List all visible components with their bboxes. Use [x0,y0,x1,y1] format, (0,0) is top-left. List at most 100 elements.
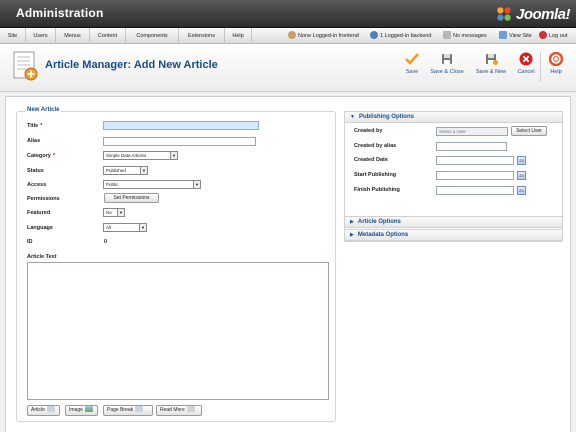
status-frontend-label: None Logged-in frontend [298,33,359,39]
save-new-button[interactable]: Save & New [472,52,510,75]
save-close-button[interactable]: Save & Close [427,52,467,75]
chevron-down-icon: ▼ [140,167,147,174]
menu-components[interactable]: Components [126,28,179,44]
status-select[interactable]: Published ▼ [103,166,148,175]
featured-select[interactable]: No ▼ [103,208,125,217]
menu-content[interactable]: Content [90,28,126,44]
metadata-options-header[interactable]: ▶ Metadata Options [344,229,563,241]
featured-label: Featured [27,210,51,216]
finish-publishing-input[interactable] [436,186,514,195]
publishing-options-header[interactable]: ▼ Publishing Options [344,111,563,123]
chevron-down-icon: ▼ [193,181,200,188]
save-icon [405,53,419,65]
article-text-editor[interactable] [27,262,329,400]
save-label: Save [405,69,419,75]
status-frontend[interactable]: None Logged-in frontend [288,28,359,44]
calendar-icon[interactable]: 23 [517,156,526,165]
logout-link[interactable]: Log out [539,28,567,44]
finish-publishing-label: Finish Publishing [354,187,400,193]
menu-help[interactable]: Help [225,28,252,44]
title-input[interactable] [103,121,259,130]
save-close-icon [442,54,452,64]
required-marker: * [52,153,55,159]
select-user-button[interactable]: Select User [511,126,547,136]
article-options-title: Article Options [357,219,401,225]
cancel-button[interactable]: Cancel [514,52,538,75]
insert-image-button[interactable]: Image [65,405,98,416]
page-break-button[interactable]: Page Break [103,405,153,416]
article-icon [46,406,55,412]
help-icon [549,52,563,66]
main-menu: Site Users Menus Content Components Exte… [0,28,576,44]
help-label: Help [550,69,562,75]
status-messages-label: No messages [453,33,487,39]
chevron-down-icon: ▼ [117,209,124,216]
joomla-logo-icon [497,7,511,21]
chevron-down-icon: ▼ [350,114,355,120]
calendar-icon[interactable]: 23 [517,186,526,195]
menu-menus[interactable]: Menus [56,28,90,44]
read-more-button[interactable]: Read More [156,405,202,416]
logout-label: Log out [549,33,568,39]
view-site-label: View Site [509,33,532,39]
set-permissions-button[interactable]: Set Permissions [104,193,159,203]
status-value: Published [106,168,126,173]
chevron-down-icon: ▼ [170,152,177,159]
brand-logo[interactable]: Joomla! [495,4,571,24]
monitor-icon [499,31,507,39]
access-select[interactable]: Public ▼ [103,180,201,189]
article-options-header[interactable]: ▶ Article Options [344,216,563,228]
status-backend[interactable]: 1 Logged-in backend [370,28,431,44]
page-break-icon [135,406,144,412]
fieldset-legend: New Article [25,107,62,113]
cancel-icon [519,52,533,66]
view-site-link[interactable]: View Site [499,28,532,44]
category-value: Simple Data Articles [106,153,147,158]
page-title: Article Manager: Add New Article [45,59,218,71]
alias-label: Alias [27,138,41,144]
help-button[interactable]: Help [546,52,566,75]
title-label: Title * [27,123,42,129]
save-button[interactable]: Save [401,52,423,75]
status-backend-label: 1 Logged-in backend [380,33,432,39]
save-new-label: Save & New [475,69,507,75]
insert-article-button[interactable]: Article [27,405,60,416]
insert-image-label: Image [69,407,83,413]
access-value: Public [106,182,119,187]
status-messages[interactable]: No messages [443,28,487,44]
chevron-right-icon: ▶ [350,232,354,238]
brand-name: Joomla! [515,5,571,23]
article-add-icon [13,51,38,81]
calendar-icon[interactable]: 23 [517,171,526,180]
created-date-label: Created Date [354,157,388,163]
access-label: Access [27,182,47,188]
created-by-alias-input[interactable] [436,142,507,151]
status-label: Status [27,168,44,174]
id-label: ID [27,239,33,245]
article-text-label: Article Text [27,254,57,260]
read-more-icon [186,406,195,412]
save-close-label: Save & Close [430,69,464,75]
menu-site[interactable]: Site [0,28,26,44]
category-label: Category * [27,153,55,159]
image-icon [84,406,93,412]
start-publishing-input[interactable] [436,171,514,180]
app-title: Administration [16,6,104,20]
category-select[interactable]: Simple Data Articles ▼ [103,151,178,160]
mail-icon [443,31,451,39]
metadata-options-title: Metadata Options [357,232,409,238]
users-icon [288,31,296,39]
menu-users[interactable]: Users [26,28,56,44]
created-by-input[interactable] [436,127,508,136]
logout-icon [539,31,547,39]
start-publishing-label: Start Publishing [354,172,397,178]
language-select[interactable]: All ▼ [103,223,147,232]
menu-extensions[interactable]: Extensions [179,28,225,44]
created-by-label: Created by [354,128,383,134]
created-date-input[interactable] [436,156,514,165]
chevron-down-icon: ▼ [139,224,146,231]
page-break-label: Page Break [107,407,134,413]
save-new-icon [486,54,498,65]
alias-input[interactable] [103,137,256,146]
user-icon [370,31,378,39]
